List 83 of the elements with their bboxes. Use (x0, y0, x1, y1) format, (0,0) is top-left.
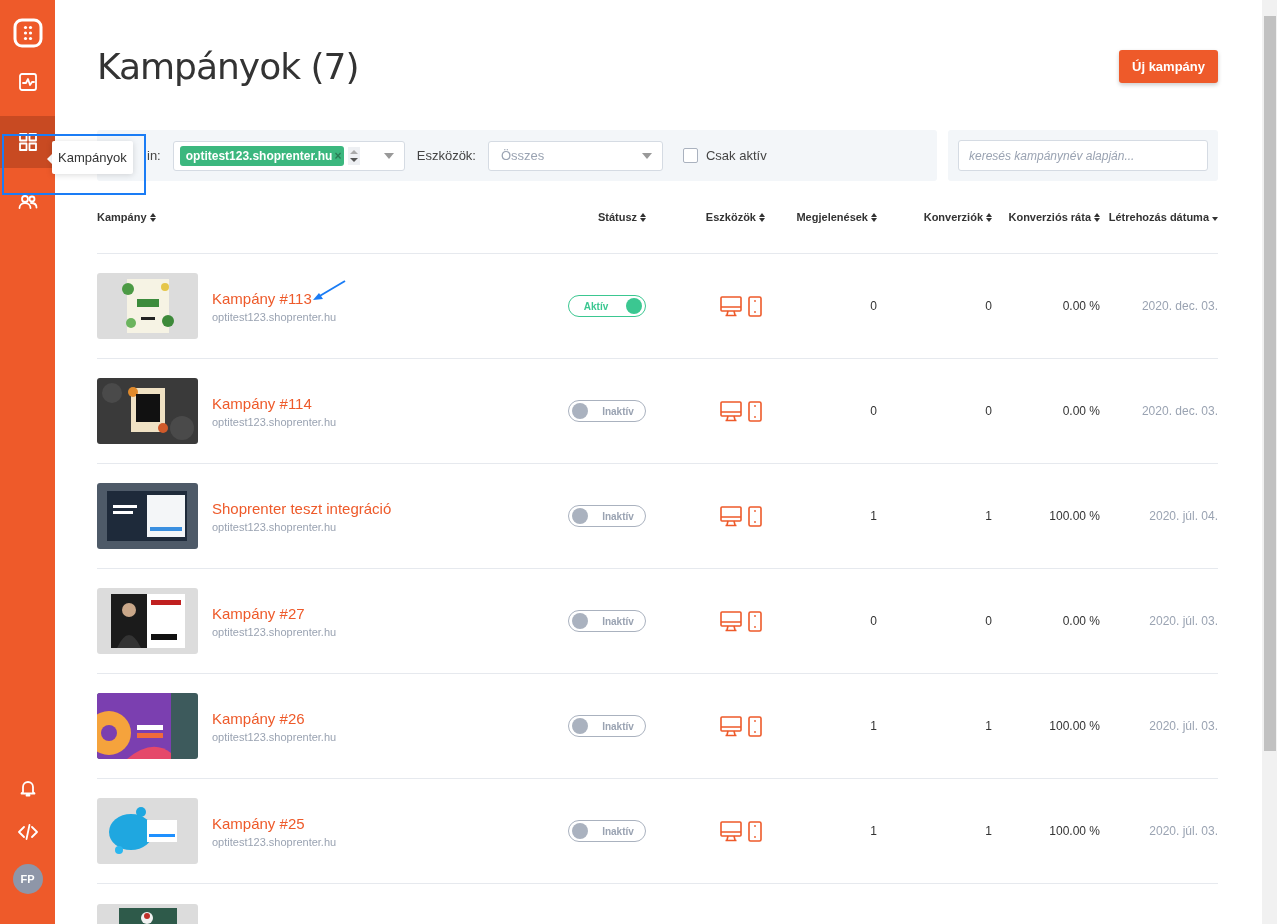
date-cell-text: 2020. dec. 03. (1140, 404, 1218, 418)
table-cell-text: 1 (984, 509, 992, 523)
status-toggle[interactable]: Inaktív (568, 505, 646, 527)
date-cell-text: 2020. júl. 03. (1148, 614, 1218, 628)
table-cell-text: 0 (869, 614, 877, 628)
date-cell-text: 2020. júl. 04. (1148, 509, 1218, 523)
checkbox[interactable] (683, 148, 698, 163)
table-cell-text: 100.00 % (1048, 509, 1100, 523)
table-cell-text: 1 (869, 824, 877, 838)
table-cell-text: 0.00 % (1061, 404, 1100, 418)
table-cell-text: 1 (984, 719, 992, 733)
date-cell-text: 2020. dec. 03. (1140, 299, 1218, 313)
logo-icon (12, 18, 43, 48)
date-cell-text: 2020. júl. 03. (1148, 719, 1218, 733)
desktop-icon (720, 820, 742, 842)
pulse-icon (17, 72, 38, 92)
status-toggle[interactable]: Inaktív (568, 400, 646, 422)
user-avatar[interactable]: FP (12, 864, 43, 894)
table-cell-text: 1 (869, 509, 877, 523)
caret-icon (383, 152, 394, 159)
scrollbar[interactable] (1262, 0, 1277, 924)
sidebar-item[interactable] (0, 116, 55, 168)
column-header[interactable]: Megjelenések (765, 211, 877, 223)
mobile-icon (748, 715, 762, 737)
campaign-domain: optitest123.shoprenter.hu (212, 310, 337, 323)
column-header[interactable]: Konverziók (877, 211, 992, 223)
scroll-thumb[interactable] (1263, 16, 1276, 751)
desktop-icon (720, 715, 742, 737)
column-header[interactable]: Konverziós ráta (992, 211, 1100, 223)
campaign-domain: optitest123.shoprenter.hu (212, 730, 337, 743)
page-title: Kampányok (7) (97, 45, 359, 87)
table-cell-text: 100.00 % (1048, 824, 1100, 838)
mobile-icon (748, 400, 762, 422)
table-cell-text: 0.00 % (1061, 299, 1100, 313)
campaign-link[interactable]: Kampány #113 (212, 289, 337, 307)
devices-select[interactable]: Összes (488, 140, 663, 171)
mobile-icon (748, 295, 762, 317)
new-campaign-button[interactable]: Új kampány (1119, 49, 1218, 83)
column-header[interactable]: Státusz (531, 211, 646, 223)
users-icon (17, 192, 38, 212)
desktop-icon (720, 295, 742, 317)
campaign-domain: optitest123.shoprenter.hu (212, 415, 337, 428)
date-cell-text: 2020. júl. 03. (1148, 824, 1218, 838)
desktop-icon (720, 505, 742, 527)
table-cell-text: 0 (984, 299, 992, 313)
mobile-icon (748, 820, 762, 842)
campaign-link[interactable]: Kampány #26 (212, 709, 337, 727)
campaign-domain: optitest123.shoprenter.hu (212, 520, 338, 533)
mobile-icon (748, 505, 762, 527)
mobile-icon (748, 610, 762, 632)
table-cell-text: 0 (869, 404, 877, 418)
table-cell-text: 0.00 % (1061, 614, 1100, 628)
campaign-link[interactable]: Kampány #114 (212, 394, 337, 412)
table-cell-text: 0 (984, 404, 992, 418)
campaign-link[interactable]: Shoprenter teszt integráció (212, 499, 392, 517)
campaign-link[interactable]: Kampány #25 (212, 814, 337, 832)
caret-icon (642, 152, 652, 159)
table-cell-text: 100.00 % (1048, 719, 1100, 733)
tooltip: Kampányok (52, 141, 133, 174)
campaign-domain: optitest123.shoprenter.hu (212, 625, 337, 638)
status-toggle[interactable]: Inaktív (568, 820, 646, 842)
status-toggle[interactable]: Inaktív (568, 610, 646, 632)
column-header[interactable]: Kampány (97, 211, 531, 223)
spinner-icon (348, 146, 361, 165)
column-header[interactable]: Létrehozás dátuma (1100, 211, 1218, 223)
desktop-icon (720, 400, 742, 422)
domain-select[interactable]: optitest123.shoprenter.hu × (172, 140, 405, 171)
filter-label: in: (147, 148, 161, 163)
table-cell-text: 1 (984, 824, 992, 838)
table-cell-text: 0 (869, 299, 877, 313)
desktop-icon (720, 610, 742, 632)
table-cell-text: 0 (984, 614, 992, 628)
campaign-link[interactable]: Kampány #27 (212, 604, 337, 622)
column-header[interactable]: Eszközök (646, 211, 765, 223)
grid-icon (17, 132, 38, 152)
status-toggle[interactable]: Aktív (568, 295, 646, 317)
status-toggle[interactable]: Inaktív (568, 715, 646, 737)
filter-label: Eszközök: (416, 148, 476, 163)
campaign-domain: optitest123.shoprenter.hu (212, 835, 337, 848)
search-field[interactable]: keresés kampánynév alapján... (958, 140, 1208, 171)
domain-tag: optitest123.shoprenter.hu × (179, 145, 345, 166)
table-cell-text: 1 (869, 719, 877, 733)
checkbox-label: Csak aktív (706, 148, 767, 163)
